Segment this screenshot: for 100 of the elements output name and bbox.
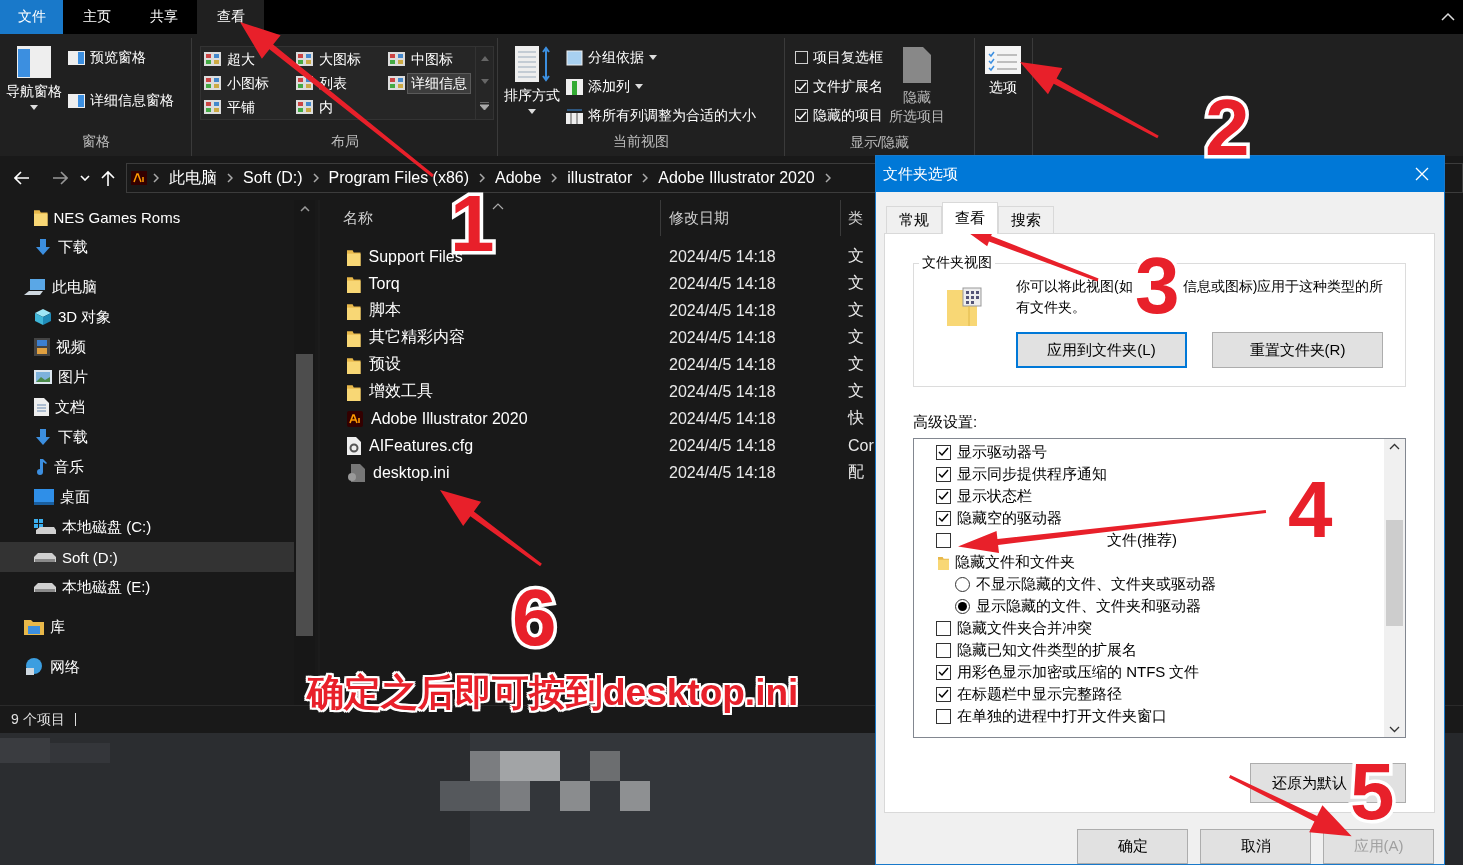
layout-option[interactable]: 中图标 bbox=[408, 49, 456, 69]
file-name[interactable]: 其它精彩内容 bbox=[320, 327, 661, 348]
layout-option[interactable]: 内 bbox=[316, 97, 336, 117]
ribbon-tab[interactable]: 共享 bbox=[130, 0, 197, 34]
checkbox[interactable] bbox=[936, 620, 951, 636]
setting-item[interactable]: 在标题栏中显示完整路径 bbox=[914, 683, 1122, 705]
check-icon bbox=[938, 667, 949, 677]
setting-item[interactable]: 显示状态栏 bbox=[914, 485, 1032, 507]
chevron-up-icon[interactable] bbox=[1389, 443, 1400, 450]
nav-item[interactable]: 此电脑 bbox=[0, 272, 294, 302]
nav-item[interactable]: 3D 对象 bbox=[0, 302, 294, 332]
folder-view-button[interactable]: 应用到文件夹(L) bbox=[1016, 332, 1187, 368]
nav-item[interactable]: 网络 bbox=[0, 652, 294, 682]
checkbox[interactable] bbox=[936, 488, 951, 504]
checkbox[interactable] bbox=[936, 532, 951, 548]
ribbon-checkbox[interactable]: 隐藏的项目 bbox=[795, 104, 883, 127]
checkbox[interactable] bbox=[936, 642, 951, 658]
view-icon bbox=[296, 52, 313, 66]
chevron-up-icon[interactable] bbox=[299, 206, 310, 212]
scrollbar[interactable] bbox=[1384, 439, 1405, 737]
hide-selected-button[interactable]: 隐藏 所选项目 bbox=[887, 42, 947, 130]
chevron-right-icon bbox=[642, 173, 649, 183]
preview-pane-button[interactable]: 预览窗格 bbox=[68, 46, 174, 69]
file-name[interactable]: 增效工具 bbox=[320, 381, 661, 402]
nav-item[interactable]: 库 bbox=[0, 612, 294, 642]
fit-columns-button[interactable]: 将所有列调整为合适的大小 bbox=[566, 104, 756, 127]
file-name[interactable]: Torq bbox=[320, 274, 661, 293]
ribbon-tab[interactable]: 主页 bbox=[63, 0, 130, 34]
setting-item[interactable]: 在单独的进程中打开文件夹窗口 bbox=[914, 705, 1167, 727]
file-date: 2024/4/5 14:18 bbox=[668, 382, 777, 401]
add-column-button[interactable]: 添加列 bbox=[566, 75, 756, 98]
setting-item[interactable]: 隐藏空的驱动器 bbox=[914, 507, 1062, 529]
breadcrumb[interactable]: illustrator bbox=[563, 169, 637, 187]
nav-item[interactable]: 本地磁盘 (E:) bbox=[0, 572, 294, 602]
details-pane-button[interactable]: 详细信息窗格 bbox=[68, 89, 174, 112]
nav-item[interactable]: 音乐 bbox=[0, 452, 294, 482]
navigation-pane-button[interactable]: 导航窗格 bbox=[4, 42, 64, 114]
setting-item[interactable]: 隐藏已知文件类型的扩展名 bbox=[914, 639, 1137, 661]
file-name[interactable]: Adobe Illustrator 2020 bbox=[320, 409, 661, 428]
nav-item[interactable]: 下载 bbox=[0, 232, 294, 262]
layout-option[interactable]: 超大 bbox=[224, 49, 258, 69]
file-type: 配 bbox=[847, 462, 864, 482]
nav-item[interactable]: 视频 bbox=[0, 332, 294, 362]
ribbon-checkbox[interactable]: 项目复选框 bbox=[795, 46, 883, 69]
dialog-tab[interactable]: 查看 bbox=[942, 202, 998, 234]
checkbox[interactable] bbox=[936, 664, 951, 680]
options-button[interactable]: 选项 bbox=[979, 42, 1023, 101]
layout-option[interactable]: 小图标 bbox=[224, 73, 272, 93]
scrollbar-thumb[interactable] bbox=[296, 354, 313, 636]
ribbon-tab[interactable]: 文件 bbox=[0, 0, 63, 34]
chevron-right-icon bbox=[312, 173, 319, 183]
file-name[interactable]: desktop.ini bbox=[320, 463, 661, 482]
nav-item[interactable]: 桌面 bbox=[0, 482, 294, 512]
nav-item[interactable]: 文档 bbox=[0, 392, 294, 422]
nav-item[interactable]: 图片 bbox=[0, 362, 294, 392]
nav-item[interactable]: 本地磁盘 (C:) bbox=[0, 512, 294, 542]
checkbox[interactable] bbox=[936, 466, 951, 482]
group-by-button[interactable]: 分组依据 bbox=[566, 46, 756, 69]
nav-item[interactable]: Soft (D:) bbox=[0, 542, 294, 572]
dialog-button[interactable]: 确定 bbox=[1077, 829, 1188, 864]
setting-item[interactable]: 显示同步提供程序通知 bbox=[914, 463, 1107, 485]
dialog-button[interactable]: 取消 bbox=[1200, 829, 1311, 864]
ribbon-tab[interactable]: 查看 bbox=[197, 0, 264, 34]
checkbox[interactable] bbox=[936, 510, 951, 526]
breadcrumb[interactable]: 此电脑 bbox=[165, 167, 221, 189]
file-name[interactable]: 脚本 bbox=[320, 300, 661, 321]
dialog-tab[interactable]: 搜索 bbox=[998, 206, 1054, 233]
setting-item[interactable]: 用彩色显示加密或压缩的 NTFS 文件 bbox=[914, 661, 1200, 683]
checkbox[interactable] bbox=[936, 686, 951, 702]
breadcrumb[interactable]: Adobe bbox=[491, 169, 546, 187]
file-name[interactable]: 预设 bbox=[320, 354, 661, 375]
layout-option[interactable]: 大图标 bbox=[316, 49, 364, 69]
folder-icon bbox=[947, 286, 983, 326]
layout-option[interactable]: 平铺 bbox=[224, 97, 258, 117]
dialog-tab[interactable]: 常规 bbox=[886, 206, 942, 233]
nav-item[interactable]: NES Games Roms bbox=[0, 202, 294, 232]
setting-item[interactable]: 隐藏文件夹合并冲突 bbox=[914, 617, 1092, 639]
setting-item[interactable]: 不显示隐藏的文件、文件夹或驱动器 bbox=[914, 573, 1216, 595]
layout-option[interactable]: 详细信息 bbox=[408, 73, 470, 93]
setting-item[interactable]: 显示隐藏的文件、文件夹和驱动器 bbox=[914, 595, 1201, 617]
chevron-down-icon[interactable] bbox=[1389, 726, 1400, 733]
setting-label[interactable]: 文件(推荐) bbox=[1107, 530, 1177, 550]
radio-button[interactable] bbox=[955, 576, 970, 592]
setting-item[interactable]: 显示驱动器号 bbox=[914, 441, 1047, 463]
breadcrumb[interactable]: Adobe Illustrator 2020 bbox=[654, 169, 819, 187]
file-name[interactable]: AIFeatures.cfg bbox=[320, 436, 661, 455]
breadcrumb[interactable]: Soft (D:) bbox=[239, 169, 307, 187]
arrow-left-icon bbox=[14, 171, 30, 185]
more-icon[interactable] bbox=[480, 102, 489, 110]
radio-button[interactable] bbox=[955, 598, 970, 614]
sort-button[interactable]: 排序方式 bbox=[502, 42, 562, 118]
checkbox[interactable] bbox=[936, 444, 951, 460]
caret-icon bbox=[635, 84, 643, 89]
folder-view-button[interactable]: 重置文件夹(R) bbox=[1212, 332, 1383, 368]
nav-item[interactable]: 下载 bbox=[0, 422, 294, 452]
ribbon-checkbox[interactable]: 文件扩展名 bbox=[795, 75, 883, 98]
scrollbar-thumb[interactable] bbox=[1386, 520, 1403, 626]
checkbox[interactable] bbox=[936, 708, 951, 724]
column-header[interactable]: 修改日期 bbox=[661, 200, 841, 236]
breadcrumb[interactable]: Program Files (x86) bbox=[324, 169, 474, 187]
